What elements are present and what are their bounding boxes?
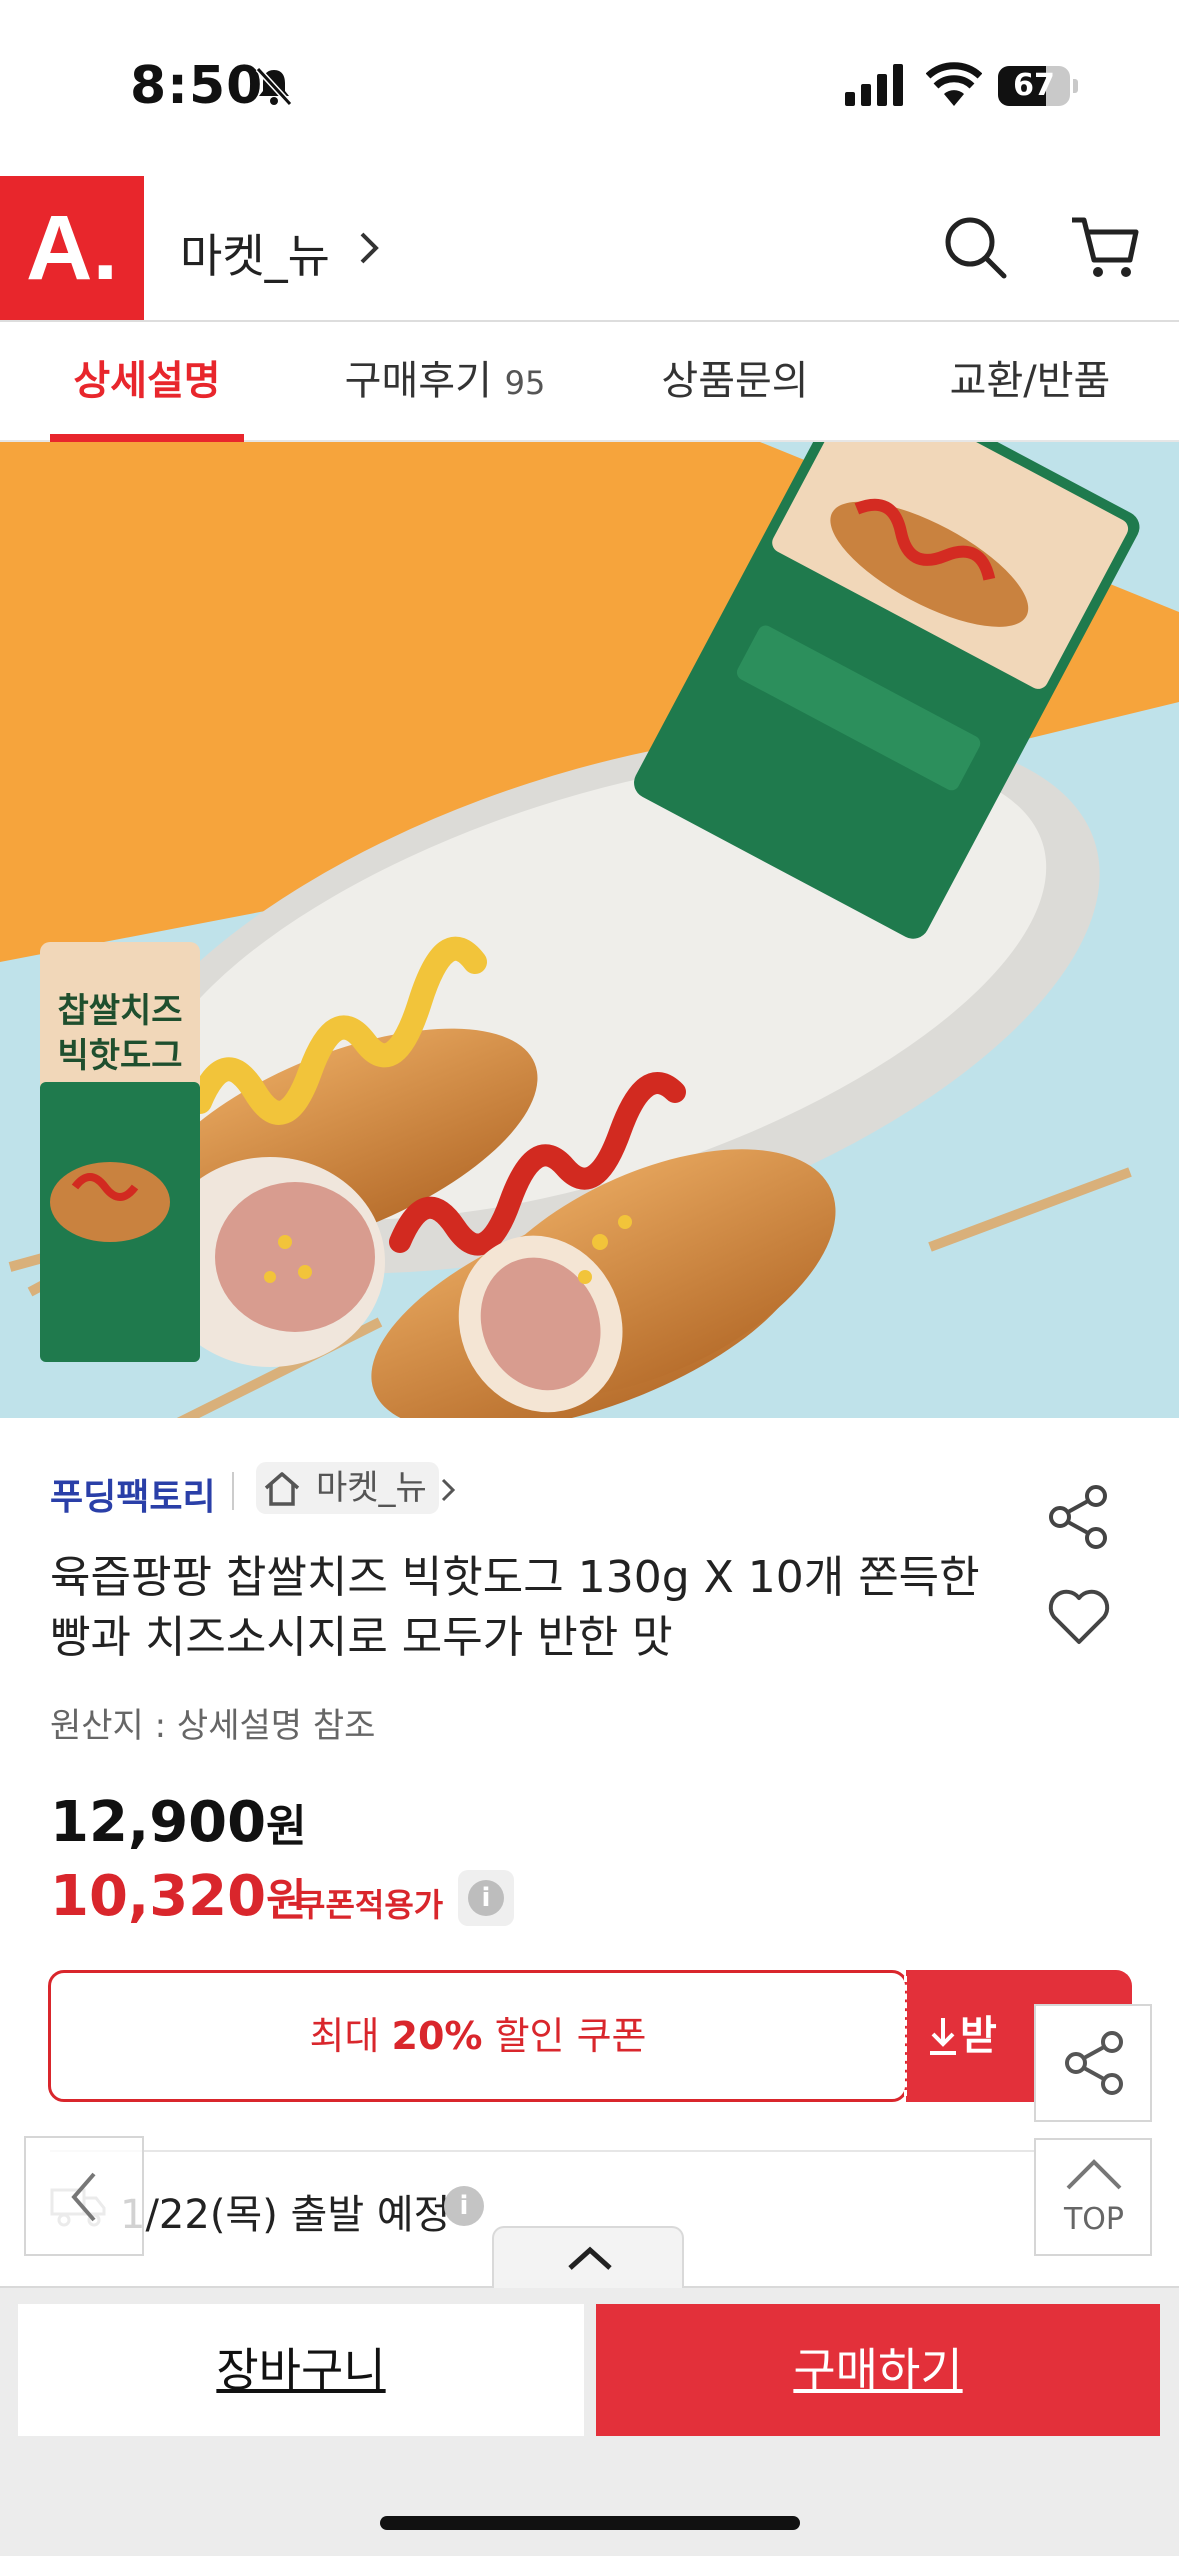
- heart-icon[interactable]: [1044, 1586, 1114, 1648]
- chevron-up-icon: [568, 2246, 612, 2270]
- tab-inquiry-label: 상품문의: [661, 358, 809, 404]
- tab-reviews-label: 구매후기: [344, 358, 492, 404]
- signal-icon: [845, 64, 903, 106]
- status-time: 8:50: [130, 56, 264, 116]
- download-icon: [930, 2018, 956, 2055]
- brand-link[interactable]: 푸딩팩토리: [50, 1468, 216, 1520]
- active-tab-indicator: [50, 434, 244, 442]
- share-icon: [1065, 2031, 1123, 2095]
- detail-tabs: 상세설명 구매후기 95 상품문의 교환/반품: [0, 322, 1179, 442]
- brand-separator: [232, 1472, 234, 1510]
- chevron-up-icon: [1066, 2159, 1122, 2190]
- package-text-2: 빅핫도그: [57, 1036, 182, 1076]
- expand-handle[interactable]: [492, 2226, 684, 2288]
- store-name[interactable]: 마켓_뉴: [180, 220, 330, 286]
- tab-exchange-label: 교환/반품: [949, 358, 1111, 404]
- battery-percent: 67: [1013, 68, 1055, 103]
- chevron-right-icon: [441, 1478, 456, 1502]
- cart-icon[interactable]: [1070, 212, 1140, 282]
- product-title: 육즙팡팡 찹쌀치즈 빅핫도그 130g X 10개 쫀득한 빵과 치즈소시지로 …: [50, 1552, 980, 1663]
- chevron-left-icon: [71, 2172, 96, 2222]
- app-logo[interactable]: A.: [0, 176, 144, 320]
- bell-muted-icon: [255, 66, 293, 107]
- original-price-value: 12,900: [50, 1790, 267, 1855]
- coupon-suffix: 할인 쿠폰: [482, 2014, 647, 2058]
- coupon-price-label: 쿠폰적용가: [296, 1886, 444, 1924]
- floating-share-button[interactable]: [1034, 2004, 1152, 2122]
- home-icon: [264, 1472, 300, 1506]
- product-image[interactable]: 찹쌀치즈 빅핫도그: [0, 442, 1179, 1418]
- tab-exchange-return[interactable]: 교환/반품: [920, 322, 1140, 442]
- chevron-right-icon[interactable]: [356, 226, 382, 270]
- home-indicator: [380, 2516, 800, 2530]
- search-icon[interactable]: [940, 212, 1010, 282]
- tab-description-label: 상세설명: [73, 358, 221, 404]
- tab-reviews[interactable]: 구매후기 95: [310, 322, 580, 442]
- coupon-price: 10,320원: [50, 1864, 307, 1929]
- shipping-info-icon[interactable]: i: [444, 2186, 484, 2226]
- scroll-top-label: TOP: [1063, 2202, 1125, 2237]
- section-divider: [50, 2150, 1130, 2152]
- battery-indicator: 67: [998, 66, 1078, 106]
- coupon-percent: 20%: [391, 2014, 483, 2058]
- tab-description[interactable]: 상세설명: [30, 322, 264, 442]
- tab-inquiry[interactable]: 상품문의: [630, 322, 840, 442]
- original-price-currency: 원: [266, 1801, 307, 1852]
- package-text-1: 찹쌀치즈: [57, 991, 182, 1031]
- store-chip-label: 마켓_뉴: [316, 1468, 427, 1508]
- back-button[interactable]: [24, 2136, 144, 2256]
- coupon-price-value: 10,320: [50, 1864, 267, 1929]
- buy-now-button[interactable]: 구매하기: [596, 2304, 1160, 2436]
- share-icon[interactable]: [1044, 1484, 1114, 1550]
- scroll-top-button[interactable]: TOP: [1034, 2138, 1152, 2256]
- product-photo-illustration: 찹쌀치즈 빅핫도그: [0, 442, 1179, 1418]
- product-origin: 원산지 : 상세설명 참조: [50, 1706, 376, 1746]
- original-price: 12,900원: [50, 1790, 307, 1855]
- coupon-divider: [904, 1976, 908, 2096]
- info-icon[interactable]: i: [458, 1870, 514, 1926]
- shipping-date: 1/22(목) 출발 예정: [120, 2192, 451, 2238]
- coupon-download-label: 받: [960, 2013, 997, 2059]
- review-count: 95: [504, 364, 546, 402]
- coupon-banner[interactable]: 최대 20% 할인 쿠폰: [48, 1970, 908, 2102]
- wifi-icon: [926, 62, 982, 106]
- add-to-cart-button[interactable]: 장바구니: [18, 2304, 584, 2436]
- coupon-prefix: 최대: [309, 2014, 392, 2058]
